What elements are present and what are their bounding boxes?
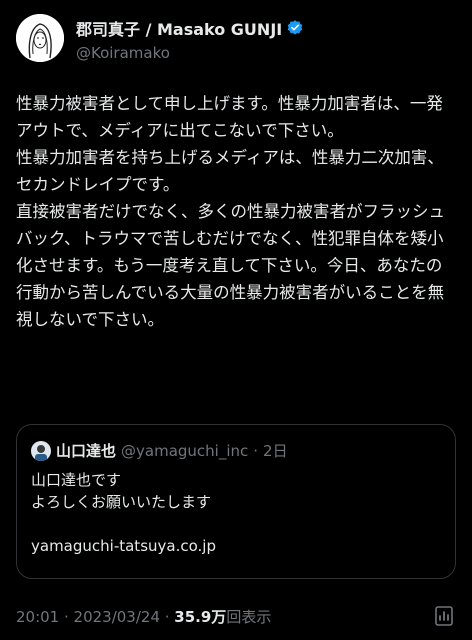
tweet-timestamp[interactable]: 20:01 · 2023/03/24 · bbox=[16, 608, 174, 626]
quoted-separator: · bbox=[253, 441, 259, 460]
quoted-avatar bbox=[31, 440, 51, 461]
tweet-header: 郡司真子 / Masako GUNJI @Koiramako bbox=[16, 14, 456, 66]
author-names: 郡司真子 / Masako GUNJI @Koiramako bbox=[76, 16, 304, 62]
quoted-time: 2日 bbox=[263, 442, 288, 460]
author-avatar[interactable] bbox=[16, 14, 64, 62]
verified-badge-icon bbox=[287, 20, 303, 35]
quoted-handle: @yamaguchi_inc bbox=[121, 441, 249, 460]
analytics-icon[interactable] bbox=[432, 604, 456, 628]
view-count: 35.9万 bbox=[174, 608, 227, 626]
tweet-text: 性暴力被害者として申し上げます。性暴力加害者は、一発アウトで、メディアに出てこな… bbox=[16, 94, 445, 329]
quoted-header: 山口達也 @yamaguchi_inc · 2日 bbox=[31, 440, 288, 461]
view-label: 回表示 bbox=[226, 608, 272, 626]
quoted-text: 山口達也です よろしくお願いいたします yamaguchi-tatsuya.co… bbox=[31, 471, 216, 555]
author-handle[interactable]: @Koiramako bbox=[76, 44, 304, 62]
quoted-display-name: 山口達也 bbox=[56, 442, 117, 460]
tweet-meta: 20:01 · 2023/03/24 · 35.9万回表示 bbox=[16, 606, 271, 627]
portrait-avatar-icon bbox=[16, 14, 64, 62]
author-display-name[interactable]: 郡司真子 / Masako GUNJI bbox=[76, 16, 282, 40]
quoted-tweet[interactable]: 山口達也 @yamaguchi_inc · 2日 山口達也です よろしくお願いい… bbox=[16, 424, 456, 579]
person-avatar-icon bbox=[31, 440, 51, 461]
